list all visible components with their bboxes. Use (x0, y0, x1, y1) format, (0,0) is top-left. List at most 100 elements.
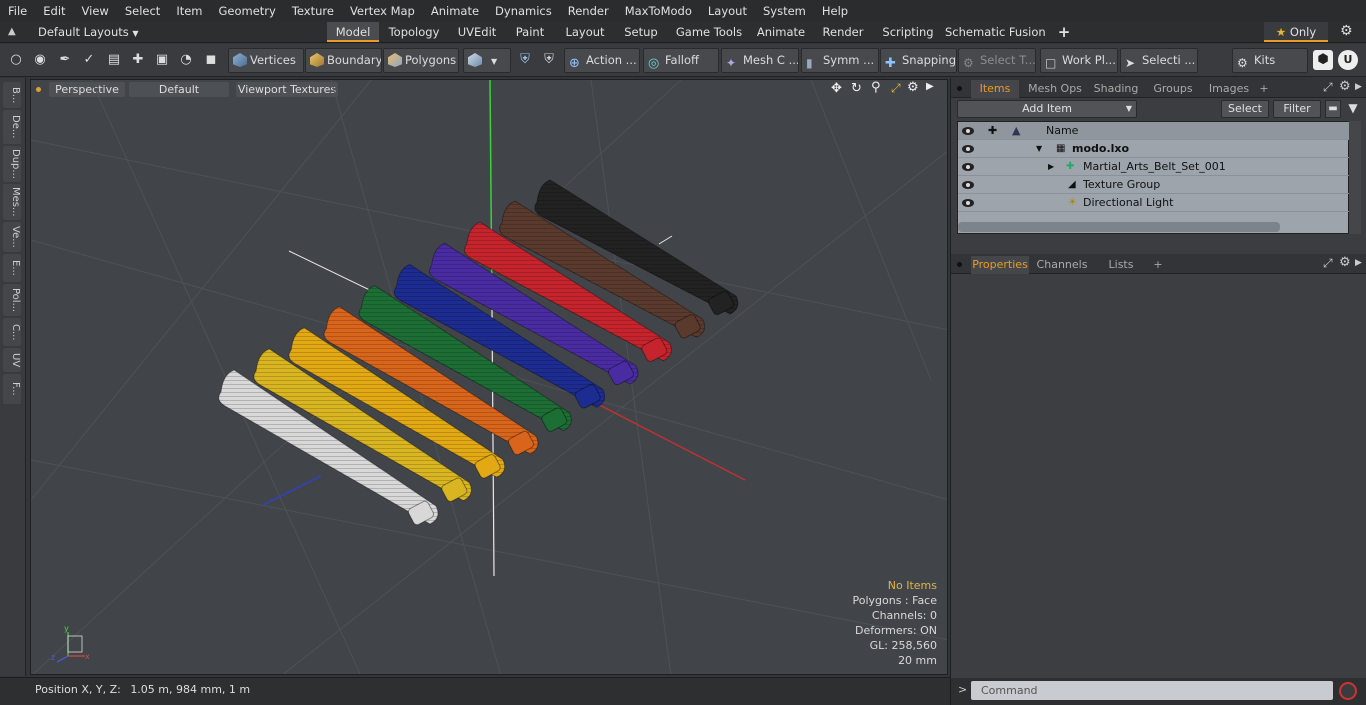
menu-edit[interactable]: Edit (35, 4, 73, 18)
only-toggle[interactable]: ★ Only (1264, 22, 1328, 42)
select-through-button[interactable]: ⚙ Select T... (958, 48, 1036, 73)
tab-groups[interactable]: Groups (1149, 80, 1197, 98)
menu-layout[interactable]: Layout (700, 4, 755, 18)
strip-tab-vertex[interactable]: Ve... (3, 222, 21, 252)
strip-tab-fusion[interactable]: F... (3, 374, 21, 404)
strip-tab-mesh-edit[interactable]: Mes... (3, 184, 21, 220)
panel-dot-icon[interactable] (957, 86, 962, 91)
tree-row-directional-light[interactable]: ☀ Directional Light (958, 194, 1350, 212)
shield-check-icon[interactable]: ⛨ (539, 50, 559, 70)
work-plane-button[interactable]: □ Work Pl... (1040, 48, 1118, 73)
layout-dropdown[interactable]: Default Layouts ▼ (38, 24, 139, 40)
expand-arrow-icon[interactable]: ▶ (1048, 158, 1054, 176)
tab-lists[interactable]: Lists (1093, 256, 1149, 274)
brush-icon[interactable]: ✓ (79, 50, 99, 70)
tab-mesh-ops[interactable]: Mesh Ops (1025, 80, 1085, 98)
add-panel-tab-button[interactable]: + (1257, 80, 1271, 98)
strip-tab-basic[interactable]: B... (3, 82, 21, 108)
globe-icon[interactable]: ◉ (30, 50, 50, 70)
falloff-button[interactable]: ◎ Falloff (643, 48, 719, 73)
tab-layout[interactable]: Layout (558, 22, 612, 42)
tab-paint[interactable]: Paint (509, 22, 551, 42)
grid-icon[interactable]: ✚ (128, 50, 148, 70)
tab-channels[interactable]: Channels (1035, 256, 1089, 274)
tab-model[interactable]: Model (327, 22, 379, 42)
tab-items[interactable]: Items (971, 80, 1019, 98)
kits-button[interactable]: ⚙ Kits (1232, 48, 1308, 73)
menu-texture[interactable]: Texture (284, 4, 342, 18)
panel-dot-icon[interactable] (957, 262, 962, 267)
visibility-icon[interactable] (962, 181, 974, 189)
panel-expand-icon[interactable]: ⤢ (1323, 80, 1333, 95)
tab-render[interactable]: Render (815, 22, 871, 42)
select-button[interactable]: Select (1221, 100, 1269, 118)
shield-icon[interactable]: ⛨ (515, 50, 535, 70)
name-column-header[interactable]: Name (1046, 122, 1078, 140)
command-input[interactable]: Command (971, 681, 1333, 700)
menu-system[interactable]: System (755, 4, 814, 18)
clock-icon[interactable]: ◔ (176, 50, 196, 70)
funnel-icon[interactable]: ▼ (1345, 100, 1361, 118)
action-button[interactable]: ⊕ Action ... (564, 48, 640, 73)
strip-tab-polygon[interactable]: Pol... (3, 284, 21, 316)
collapse-icon[interactable]: ▬ (1325, 100, 1341, 118)
gear-icon[interactable]: ⚙ (1340, 23, 1356, 39)
menu-render[interactable]: Render (560, 4, 617, 18)
panel-gear-icon[interactable]: ⚙ (1339, 255, 1351, 270)
tab-images[interactable]: Images (1203, 80, 1255, 98)
tab-schematic-fusion[interactable]: Schematic Fusion (945, 22, 1045, 42)
tree-row-texture-group[interactable]: ◢ Texture Group (958, 176, 1350, 194)
mesh-cleanup-button[interactable]: ✦ Mesh C ... (721, 48, 799, 73)
tab-animate[interactable]: Animate (752, 22, 810, 42)
unreal-icon[interactable]: U (1338, 50, 1358, 70)
tab-topology[interactable]: Topology (383, 22, 445, 42)
tab-uvedit[interactable]: UVEdit (450, 22, 504, 42)
visibility-icon[interactable] (962, 163, 974, 171)
tree-horizontal-scrollbar[interactable] (958, 222, 1280, 232)
add-tab-button[interactable]: + (1054, 22, 1074, 42)
selection-button[interactable]: ➤ Selecti ... (1120, 48, 1198, 73)
visibility-icon[interactable] (962, 145, 974, 153)
tab-setup[interactable]: Setup (617, 22, 665, 42)
visibility-icon[interactable] (962, 199, 974, 207)
tab-scripting[interactable]: Scripting (876, 22, 940, 42)
tab-game-tools[interactable]: Game Tools (671, 22, 747, 42)
tab-shading[interactable]: Shading (1089, 80, 1143, 98)
strip-tab-edge[interactable]: E... (3, 254, 21, 282)
strip-tab-deform[interactable]: De... (3, 110, 21, 144)
boundary-button[interactable]: Boundary (305, 48, 382, 73)
vertices-button[interactable]: Vertices (228, 48, 304, 73)
snapping-button[interactable]: ✚ Snapping (880, 48, 957, 73)
menu-dynamics[interactable]: Dynamics (487, 4, 560, 18)
tab-properties[interactable]: Properties (971, 256, 1029, 274)
type-header-icon[interactable]: ▲ (1012, 122, 1020, 140)
menu-view[interactable]: View (74, 4, 117, 18)
unity-icon[interactable]: ⬢ (1313, 50, 1333, 70)
circle-select-icon[interactable]: ○ (6, 50, 26, 70)
box-select-icon[interactable]: ▣ (152, 50, 172, 70)
lock-header-icon[interactable]: ✚ (988, 122, 997, 140)
menu-help[interactable]: Help (814, 4, 856, 18)
menu-maxtomodo[interactable]: MaxToModo (617, 4, 700, 18)
align-icon[interactable]: ▤ (104, 50, 124, 70)
cube-icon[interactable]: ◼ (201, 50, 221, 70)
strip-tab-curve[interactable]: C... (3, 318, 21, 346)
menu-file[interactable]: File (0, 4, 35, 18)
filter-button[interactable]: Filter (1273, 100, 1321, 118)
expand-arrow-icon[interactable]: ▼ (1036, 140, 1042, 158)
menu-item[interactable]: Item (168, 4, 210, 18)
menu-vertex-map[interactable]: Vertex Map (342, 4, 423, 18)
polygons-button[interactable]: Polygons (383, 48, 459, 73)
tree-row-modo-lxo[interactable]: ▼ ▦ modo.lxo (958, 140, 1350, 158)
add-panel-tab-button[interactable]: + (1151, 256, 1165, 274)
menu-select[interactable]: Select (117, 4, 168, 18)
3d-viewport[interactable]: Perspective Default Viewport Textures ✥ … (30, 79, 948, 675)
record-icon[interactable] (1339, 682, 1357, 700)
menu-animate[interactable]: Animate (423, 4, 487, 18)
symmetry-button[interactable]: ▮ Symm ... (801, 48, 879, 73)
strip-tab-uv[interactable]: UV (3, 348, 21, 372)
panel-arrow-icon[interactable]: ▶ (1355, 258, 1362, 268)
tree-vertical-scrollbar[interactable] (1349, 121, 1361, 234)
menu-geometry[interactable]: Geometry (211, 4, 284, 18)
pen-icon[interactable]: ✒ (55, 50, 75, 70)
